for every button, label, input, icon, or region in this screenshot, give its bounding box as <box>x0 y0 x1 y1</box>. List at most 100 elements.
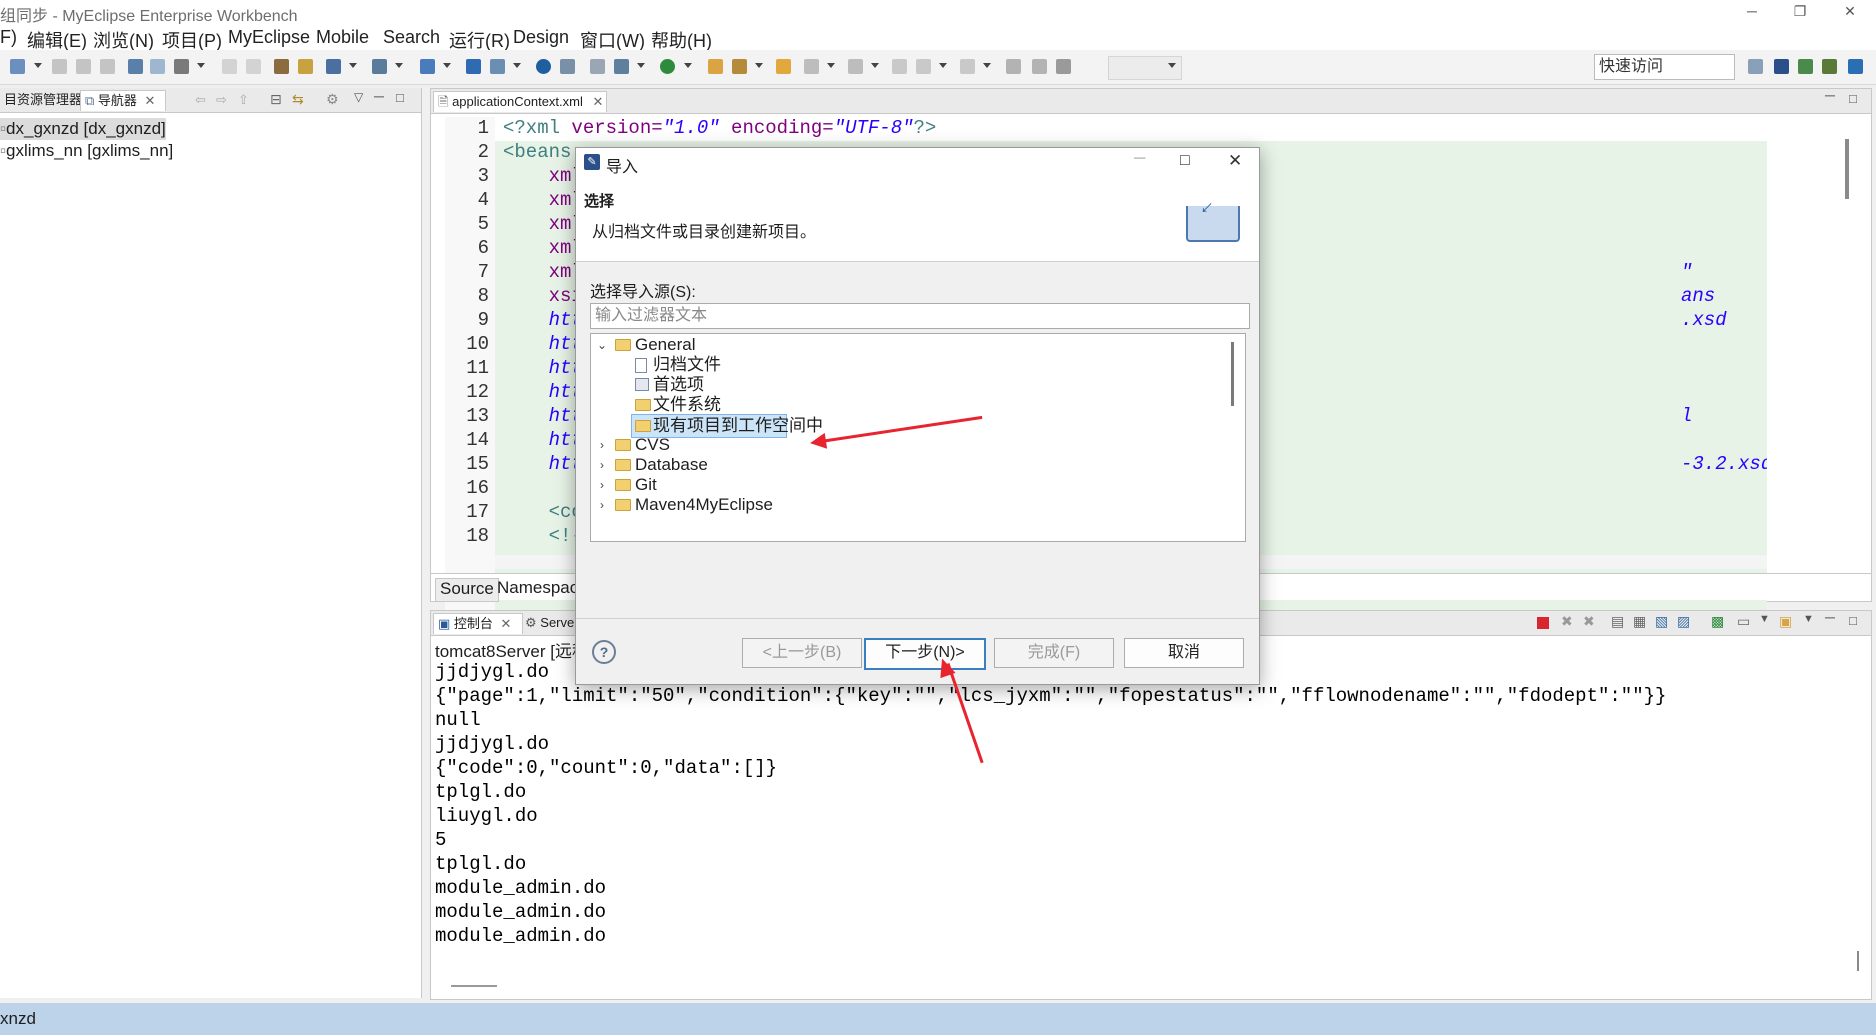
tree-item-gxlims-nn[interactable]: ▫gxlims_nn [gxlims_nn] <box>0 140 173 162</box>
open-type-icon[interactable] <box>128 59 143 74</box>
menu-search[interactable]: Search <box>383 27 440 48</box>
chevron-down-icon[interactable] <box>395 63 403 68</box>
menu-mobile[interactable]: Mobile <box>316 27 369 48</box>
new-server-icon[interactable] <box>466 59 481 74</box>
maximize-view-icon[interactable]: □ <box>1849 91 1857 106</box>
menu-design[interactable]: Design <box>513 27 569 48</box>
run-icon[interactable] <box>420 59 435 74</box>
remove-launch-icon[interactable]: ✖ <box>1561 613 1573 630</box>
prev-annotation-icon[interactable] <box>848 59 863 74</box>
dialog-close-button[interactable]: ✕ <box>1228 151 1242 171</box>
pin-icon[interactable] <box>1006 59 1021 74</box>
hammer-icon[interactable] <box>174 59 189 74</box>
chevron-down-icon[interactable] <box>637 63 645 68</box>
debug-icon[interactable] <box>372 59 387 74</box>
tab-project-explorer[interactable]: 目资源管理器 <box>0 90 86 110</box>
last-edit-icon[interactable] <box>892 59 907 74</box>
show-console-icon[interactable]: ▨ <box>1677 613 1690 630</box>
up-icon[interactable]: ⇧ <box>238 92 249 108</box>
browser-icon[interactable] <box>614 59 629 74</box>
chevron-down-icon[interactable]: ▼ <box>1803 613 1814 625</box>
chevron-down-icon[interactable] <box>684 63 692 68</box>
display-console-icon[interactable]: ▭ <box>1737 613 1750 630</box>
tab-source[interactable]: Source <box>435 578 499 602</box>
menu-myeclipse[interactable]: MyEclipse <box>228 27 310 48</box>
chevron-right-icon[interactable]: › <box>597 494 607 516</box>
maximize-button[interactable]: ❐ <box>1778 0 1822 22</box>
filter-input[interactable]: 输入过滤器文本 <box>590 303 1250 329</box>
chevron-right-icon[interactable]: › <box>597 454 607 476</box>
chevron-down-icon[interactable]: ⌄ <box>597 334 607 356</box>
tree-item-filesystem[interactable]: 文件系统 <box>591 394 1231 416</box>
web-icon[interactable] <box>560 59 575 74</box>
print-icon[interactable] <box>100 59 115 74</box>
horizontal-scrollbar[interactable] <box>451 985 497 987</box>
tree-item-archive[interactable]: 归档文件 <box>591 354 1231 376</box>
next-annotation-icon[interactable] <box>804 59 819 74</box>
finish-button[interactable]: 完成(F) <box>994 638 1114 668</box>
minimize-button[interactable]: ─ <box>1730 0 1774 22</box>
save-all-icon[interactable] <box>76 59 91 74</box>
quick-access-input[interactable]: 快速访问 <box>1594 54 1735 80</box>
close-icon[interactable]: ✕ <box>593 94 604 109</box>
deploy-project-icon[interactable] <box>490 59 505 74</box>
java-perspective-icon[interactable] <box>1798 59 1813 74</box>
chevron-right-icon[interactable]: › <box>597 434 607 456</box>
pin-console-icon[interactable]: ▩ <box>1711 613 1724 630</box>
back-button[interactable]: <上一步(B) <box>742 638 862 668</box>
chevron-down-icon[interactable] <box>871 63 879 68</box>
tree-item-dx-gxnzd[interactable]: ▫dx_gxnzd [dx_gxnzd] <box>0 118 166 140</box>
remove-all-icon[interactable]: ✖ <box>1583 613 1595 630</box>
open-folder-icon[interactable] <box>708 59 723 74</box>
tab-servers[interactable]: ⚙ Server <box>521 613 583 633</box>
debug-perspective-icon[interactable] <box>1822 59 1837 74</box>
annotation-icon[interactable] <box>776 59 791 74</box>
dialog-maximize-button[interactable]: □ <box>1180 152 1190 170</box>
maximize-view-icon[interactable]: □ <box>1849 613 1857 628</box>
chevron-down-icon[interactable] <box>827 63 835 68</box>
minimize-view-icon[interactable]: ─ <box>1825 87 1835 103</box>
server-icon[interactable] <box>326 59 341 74</box>
chevron-down-icon[interactable] <box>349 63 357 68</box>
close-button[interactable]: ✕ <box>1828 0 1872 22</box>
vertical-scrollbar[interactable] <box>1857 951 1859 971</box>
minimize-view-icon[interactable]: ─ <box>374 88 384 104</box>
pencil-icon[interactable] <box>732 59 747 74</box>
chevron-down-icon[interactable] <box>755 63 763 68</box>
minimize-view-icon[interactable]: ─ <box>1825 609 1835 625</box>
menu-file[interactable]: F) <box>0 27 17 48</box>
clipboard-icon[interactable] <box>274 59 289 74</box>
redo-icon[interactable] <box>246 59 261 74</box>
chevron-down-icon[interactable]: ▼ <box>1759 613 1770 625</box>
open-perspective-icon[interactable] <box>1748 59 1763 74</box>
scroll-lock-icon[interactable]: ▦ <box>1633 613 1646 630</box>
chevron-down-icon[interactable] <box>34 63 42 68</box>
word-wrap-icon[interactable]: ▧ <box>1655 613 1668 630</box>
run-green-icon[interactable] <box>660 59 675 74</box>
tree-item-git[interactable]: › Git <box>591 474 1231 496</box>
screen-icon[interactable] <box>590 59 605 74</box>
perspective-combo[interactable] <box>1108 56 1182 80</box>
close-icon[interactable]: ✕ <box>501 616 512 631</box>
terminate-icon[interactable] <box>1537 617 1549 629</box>
chevron-down-icon[interactable] <box>513 63 521 68</box>
new-icon[interactable] <box>10 59 25 74</box>
chevron-down-icon[interactable] <box>197 63 205 68</box>
open-console-icon[interactable]: ▣ <box>1779 613 1792 630</box>
view-menu-icon[interactable]: ⚙ <box>326 91 339 108</box>
next-button[interactable]: 下一步(N)> <box>864 638 986 670</box>
dialog-minimize-button[interactable]: ─ <box>1134 150 1145 168</box>
tab-navigator[interactable]: ⧉ 导航器 ✕ <box>80 90 166 111</box>
save-icon[interactable] <box>52 59 67 74</box>
undo-icon[interactable] <box>222 59 237 74</box>
chevron-down-icon[interactable] <box>983 63 991 68</box>
chevron-down-icon[interactable]: ▽ <box>354 90 363 104</box>
tree-item-preferences[interactable]: 首选项 <box>591 374 1231 396</box>
tab-applicationcontext[interactable]: 🗎 applicationContext.xml ✕ <box>433 91 607 112</box>
myeclipse-perspective-icon[interactable] <box>1774 59 1789 74</box>
tab-console[interactable]: ▣ 控制台 ✕ <box>433 613 523 634</box>
clear-console-icon[interactable]: ▤ <box>1611 613 1624 630</box>
chevron-right-icon[interactable]: › <box>597 474 607 496</box>
help-icon[interactable]: ? <box>592 640 616 664</box>
team-perspective-icon[interactable] <box>1848 59 1863 74</box>
